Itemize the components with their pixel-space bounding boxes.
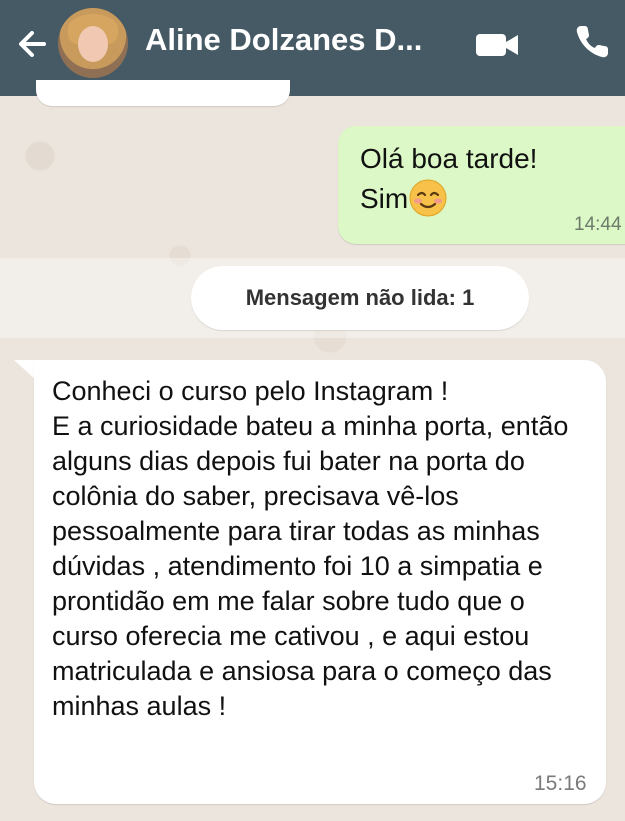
outgoing-message-line: Olá boa tarde! Sim — [360, 143, 538, 214]
video-call-icon[interactable] — [474, 30, 520, 60]
unread-messages-label: Mensagem não lida: 1 — [191, 266, 529, 330]
back-arrow-icon[interactable] — [14, 24, 54, 64]
incoming-message-time: 15:16 — [534, 772, 587, 795]
outgoing-message-time: 14:44 — [574, 214, 622, 235]
outgoing-message-text: Olá boa tarde! Sim — [360, 140, 537, 218]
incoming-message-bubble[interactable]: Conheci o curso pelo Instagram ! E a cur… — [34, 360, 606, 804]
contact-avatar[interactable] — [58, 8, 128, 78]
outgoing-message-bubble[interactable]: Olá boa tarde! Sim 14:44 — [338, 126, 625, 244]
previous-message-bubble — [36, 80, 290, 106]
smiling-face-emoji-icon — [409, 179, 447, 217]
incoming-message-text: Conheci o curso pelo Instagram ! E a cur… — [52, 376, 569, 721]
phone-call-icon[interactable] — [572, 22, 612, 62]
contact-name[interactable]: Aline Dolzanes D... — [145, 22, 422, 58]
incoming-bubble-tail — [14, 360, 36, 380]
